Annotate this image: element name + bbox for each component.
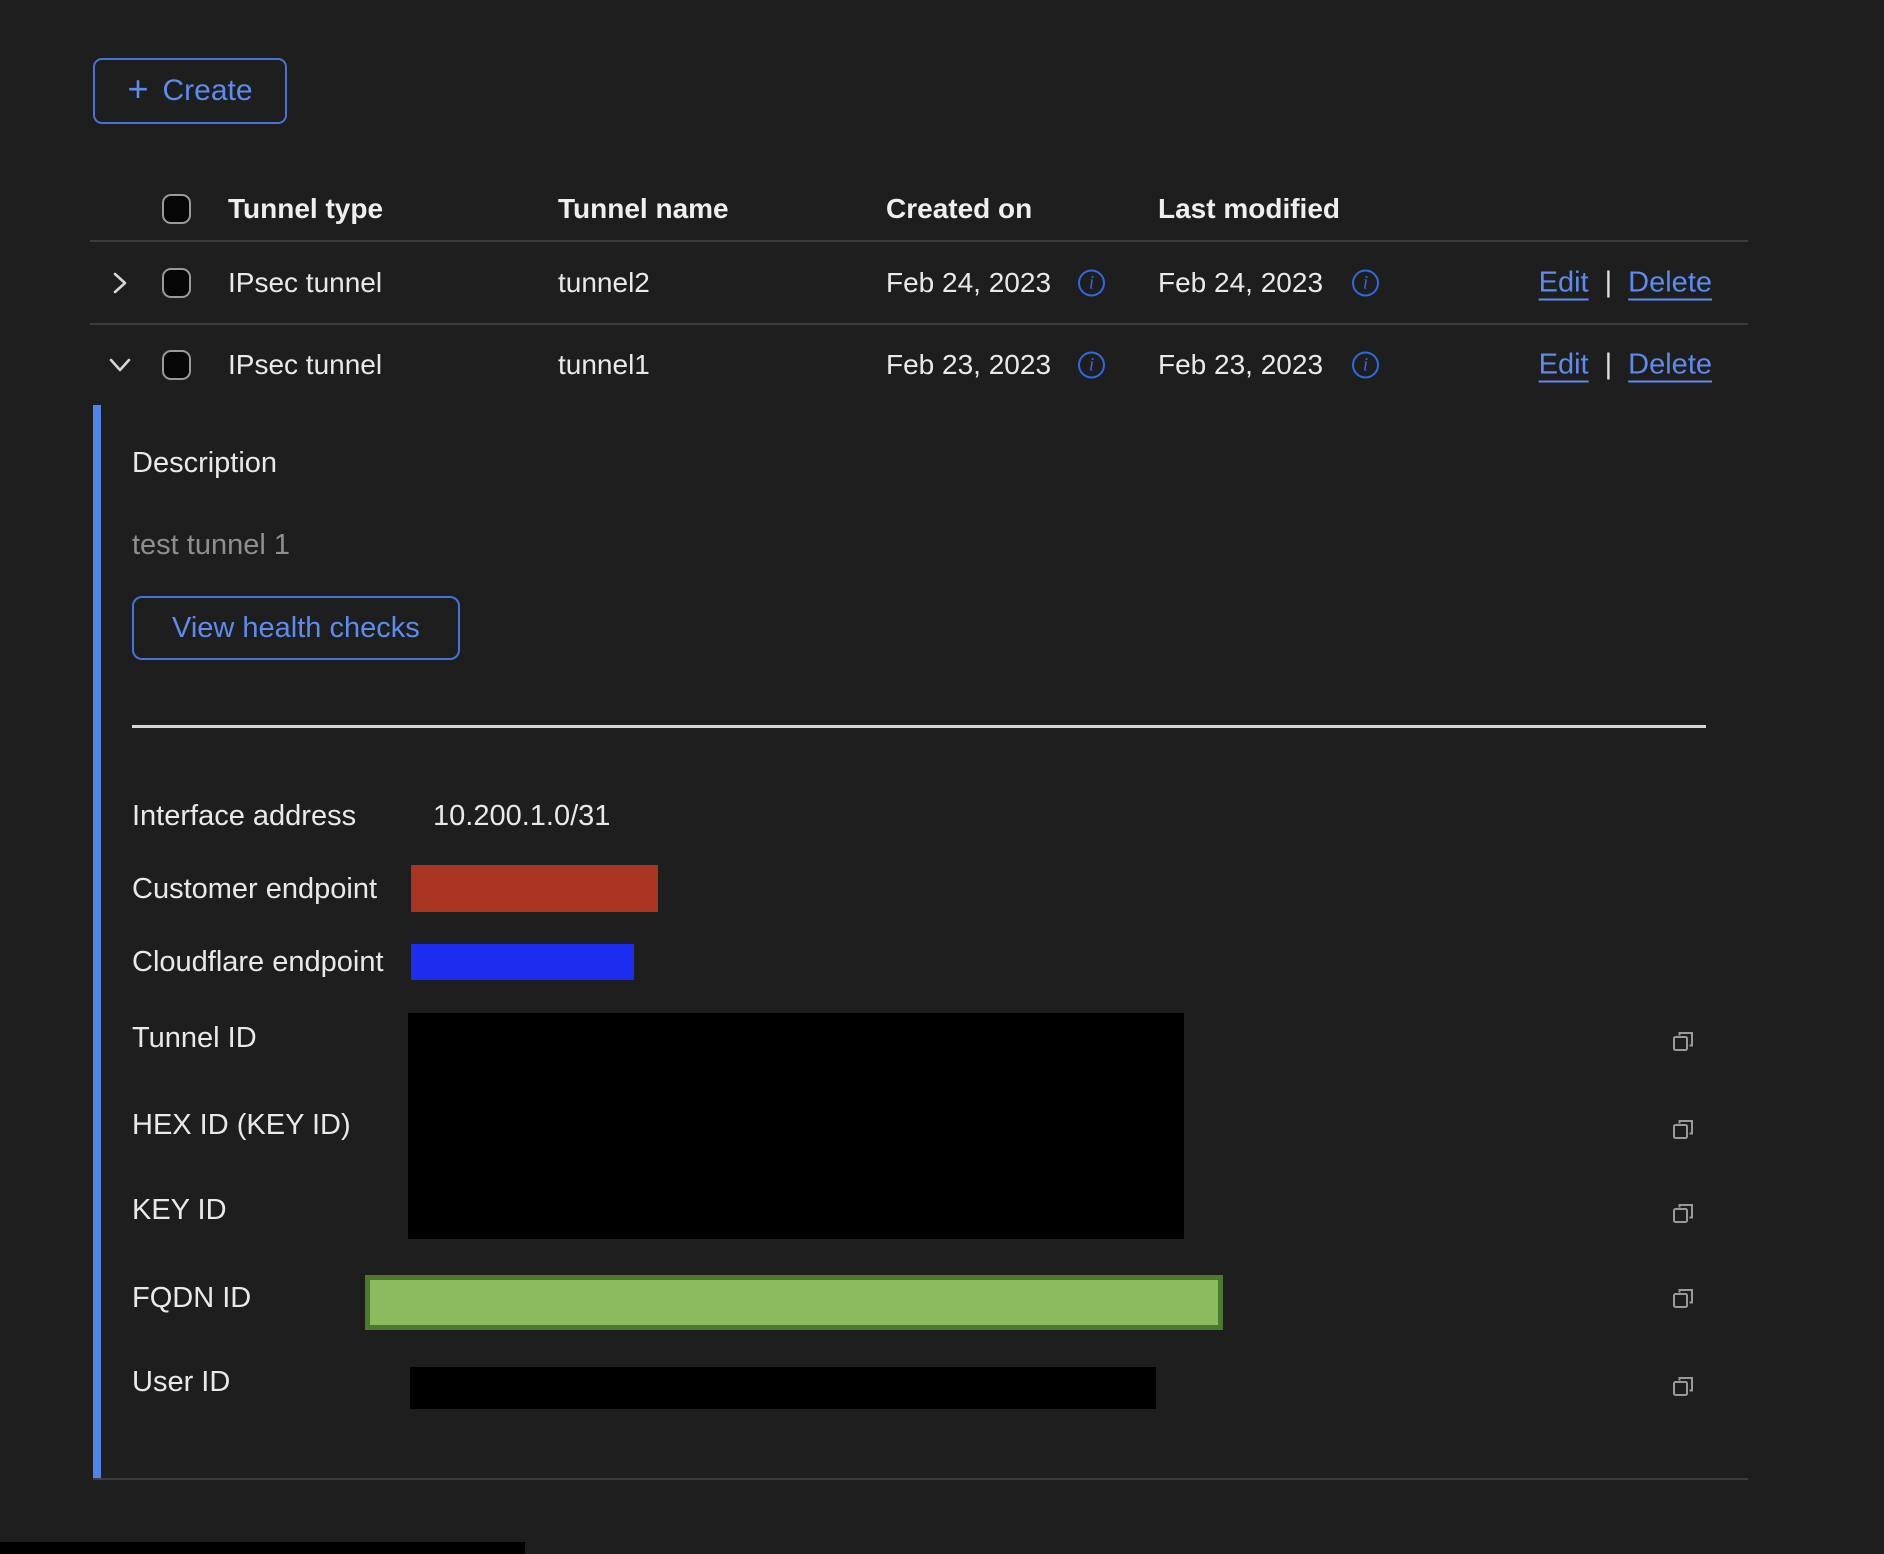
cloudflare-endpoint-label: Cloudflare endpoint [132,945,384,979]
interface-address-label: Interface address [132,799,356,833]
row-checkbox[interactable] [162,268,191,298]
delete-link[interactable]: Delete [1628,349,1712,382]
last-modified-info-icon[interactable]: i [1352,352,1379,379]
row-actions: Edit | Delete [1539,349,1712,382]
column-header-tunnel-type: Tunnel type [228,193,383,225]
last-modified-info-icon[interactable]: i [1352,269,1379,296]
created-on-cell: Feb 23, 2023 [886,349,1051,381]
table-row-tunnel1: IPsec tunnel tunnel1 Feb 23, 2023 i Feb … [90,325,1748,405]
create-button-label: Create [162,74,252,108]
tunnels-page: + Create Tunnel type Tunnel name Created… [0,0,1884,1554]
fqdn-id-redacted-value [365,1275,1223,1330]
delete-link[interactable]: Delete [1628,266,1712,299]
row-checkbox[interactable] [162,350,191,380]
ids-redacted-value-block [408,1013,1184,1239]
expanded-row-bottom-divider [93,1478,1748,1480]
column-header-tunnel-name: Tunnel name [558,193,729,225]
cloudflare-endpoint-redacted-value [411,944,634,980]
customer-endpoint-redacted-value [411,865,658,912]
hex-id-label: HEX ID (KEY ID) [132,1108,351,1142]
row-actions: Edit | Delete [1539,266,1712,299]
expanded-row-accent-bar [93,405,101,1478]
copy-user-id-icon[interactable] [1668,1371,1698,1401]
view-health-checks-label: View health checks [172,612,420,645]
create-button[interactable]: + Create [93,58,287,124]
select-all-checkbox[interactable] [162,194,191,224]
copy-fqdn-id-icon[interactable] [1668,1283,1698,1313]
last-modified-cell: Feb 24, 2023 [1158,267,1323,299]
user-id-redacted-value [410,1367,1156,1409]
chevron-right-icon[interactable] [102,265,138,301]
column-header-last-modified: Last modified [1158,193,1340,225]
created-on-info-icon[interactable]: i [1078,352,1105,379]
bottom-redaction-strip [0,1542,525,1554]
copy-tunnel-id-icon[interactable] [1668,1026,1698,1056]
actions-separator: | [1605,266,1613,299]
table-header-row: Tunnel type Tunnel name Created on Last … [90,178,1748,240]
tunnel-name-cell: tunnel1 [558,349,650,381]
created-on-cell: Feb 24, 2023 [886,267,1051,299]
table-row-tunnel2: IPsec tunnel tunnel2 Feb 24, 2023 i Feb … [90,242,1748,323]
description-label: Description [132,446,277,480]
description-value: test tunnel 1 [132,528,290,562]
created-on-info-icon[interactable]: i [1078,269,1105,296]
last-modified-cell: Feb 23, 2023 [1158,349,1323,381]
edit-link[interactable]: Edit [1539,349,1589,382]
tunnel-type-cell: IPsec tunnel [228,349,382,381]
key-id-label: KEY ID [132,1193,227,1227]
view-health-checks-button[interactable]: View health checks [132,596,460,660]
tunnel-name-cell: tunnel2 [558,267,650,299]
column-header-created-on: Created on [886,193,1032,225]
plus-icon: + [127,71,148,107]
customer-endpoint-label: Customer endpoint [132,872,377,906]
copy-key-id-icon[interactable] [1668,1198,1698,1228]
tunnel-id-label: Tunnel ID [132,1021,257,1055]
fqdn-id-label: FQDN ID [132,1281,251,1315]
chevron-down-icon[interactable] [102,347,138,383]
tunnel-type-cell: IPsec tunnel [228,267,382,299]
copy-hex-id-icon[interactable] [1668,1114,1698,1144]
interface-address-value: 10.200.1.0/31 [433,799,610,833]
detail-divider [132,725,1706,728]
edit-link[interactable]: Edit [1539,266,1589,299]
actions-separator: | [1605,349,1613,382]
user-id-label: User ID [132,1365,230,1399]
